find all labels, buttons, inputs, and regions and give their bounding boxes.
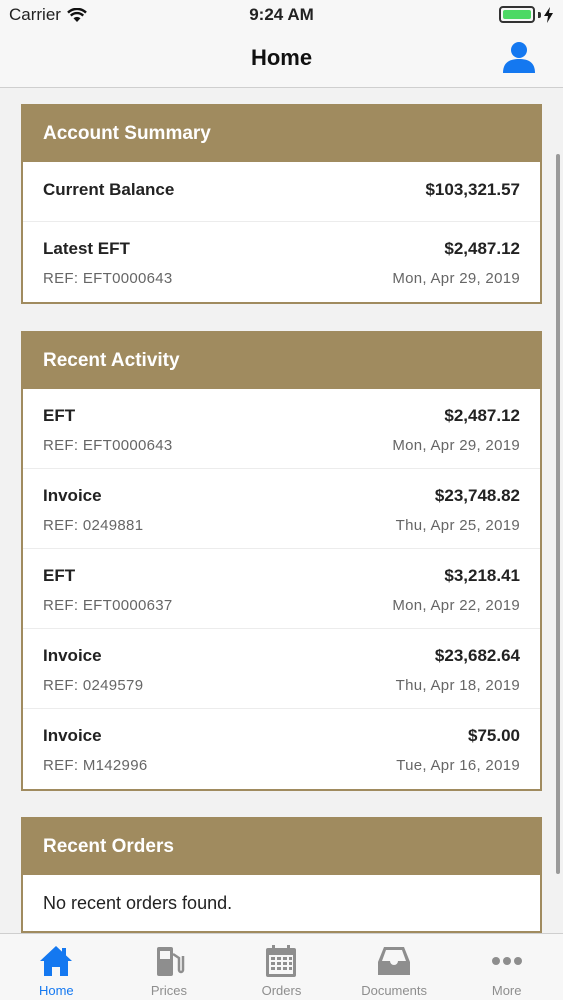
activity-ref: REF: 0249579 bbox=[43, 677, 144, 694]
activity-row[interactable]: EFT $3,218.41 REF: EFT0000637 Mon, Apr 2… bbox=[23, 549, 540, 629]
battery-indicator bbox=[499, 6, 553, 23]
navigation-bar: Home bbox=[0, 30, 563, 88]
no-orders-message: No recent orders found. bbox=[43, 893, 233, 913]
activity-amount: $23,682.64 bbox=[434, 646, 520, 665]
calendar-icon bbox=[266, 945, 297, 977]
activity-date: Thu, Apr 25, 2019 bbox=[395, 517, 520, 534]
activity-date: Mon, Apr 22, 2019 bbox=[392, 597, 520, 614]
tab-home-label: Home bbox=[38, 983, 74, 998]
scrollbar[interactable] bbox=[556, 154, 560, 874]
tab-documents[interactable]: Documents bbox=[338, 934, 451, 1000]
activity-amount: $2,487.12 bbox=[444, 406, 520, 425]
activity-row[interactable]: Invoice $23,682.64 REF: 0249579 Thu, Apr… bbox=[23, 629, 540, 709]
tab-bar: Home Prices Orders Documents More bbox=[0, 933, 563, 1000]
tab-more[interactable]: More bbox=[450, 934, 563, 1000]
latest-eft-amount: $2,487.12 bbox=[444, 239, 520, 258]
account-summary-card: Account Summary Current Balance $103,321… bbox=[21, 104, 542, 304]
account-summary-header: Account Summary bbox=[23, 106, 540, 162]
profile-icon[interactable] bbox=[501, 40, 537, 74]
latest-eft-ref: REF: EFT0000643 bbox=[43, 270, 173, 287]
activity-type: Invoice bbox=[43, 646, 102, 665]
activity-type: EFT bbox=[43, 406, 76, 425]
activity-date: Thu, Apr 18, 2019 bbox=[395, 677, 520, 694]
status-bar: Carrier 9:24 AM bbox=[0, 0, 563, 30]
activity-row[interactable]: EFT $2,487.12 REF: EFT0000643 Mon, Apr 2… bbox=[23, 389, 540, 469]
latest-eft-row[interactable]: Latest EFT $2,487.12 REF: EFT0000643 Mon… bbox=[23, 222, 540, 302]
tab-home[interactable]: Home bbox=[0, 934, 113, 1000]
activity-row[interactable]: Invoice $23,748.82 REF: 0249881 Thu, Apr… bbox=[23, 469, 540, 549]
activity-row[interactable]: Invoice $75.00 REF: M142996 Tue, Apr 16,… bbox=[23, 709, 540, 789]
tab-orders[interactable]: Orders bbox=[225, 934, 338, 1000]
charging-bolt-icon bbox=[544, 6, 553, 23]
battery-icon bbox=[499, 6, 535, 23]
activity-amount: $75.00 bbox=[468, 726, 520, 745]
activity-ref: REF: 0249881 bbox=[43, 517, 144, 534]
activity-type: Invoice bbox=[43, 486, 102, 505]
inbox-tray-icon bbox=[378, 947, 411, 975]
latest-eft-label: Latest EFT bbox=[43, 239, 130, 258]
status-time: 9:24 AM bbox=[249, 5, 314, 24]
activity-amount: $3,218.41 bbox=[444, 566, 520, 585]
tab-prices-label: Prices bbox=[150, 983, 187, 998]
latest-eft-date: Mon, Apr 29, 2019 bbox=[392, 270, 520, 287]
page-title: Home bbox=[250, 45, 313, 70]
activity-date: Mon, Apr 29, 2019 bbox=[392, 437, 520, 454]
tab-more-label: More bbox=[491, 983, 522, 998]
recent-orders-card: Recent Orders No recent orders found. bbox=[21, 817, 542, 933]
fuel-pump-icon bbox=[156, 947, 185, 976]
activity-type: EFT bbox=[43, 566, 76, 585]
current-balance-amount: $103,321.57 bbox=[425, 180, 520, 199]
more-dots-icon bbox=[491, 957, 522, 965]
current-balance-label: Current Balance bbox=[43, 180, 175, 199]
recent-orders-header: Recent Orders bbox=[23, 819, 540, 875]
recent-activity-card: Recent Activity EFT $2,487.12 REF: EFT00… bbox=[21, 331, 542, 791]
tab-prices[interactable]: Prices bbox=[113, 934, 226, 1000]
home-content[interactable]: Account Summary Current Balance $103,321… bbox=[0, 88, 563, 933]
activity-ref: REF: M142996 bbox=[43, 757, 148, 774]
home-icon bbox=[40, 946, 73, 976]
activity-type: Invoice bbox=[43, 726, 102, 745]
activity-ref: REF: EFT0000643 bbox=[43, 437, 173, 454]
activity-date: Tue, Apr 16, 2019 bbox=[396, 757, 520, 774]
tab-orders-label: Orders bbox=[261, 983, 302, 998]
activity-ref: REF: EFT0000637 bbox=[43, 597, 173, 614]
tab-documents-label: Documents bbox=[361, 983, 427, 998]
current-balance-row[interactable]: Current Balance $103,321.57 bbox=[23, 162, 540, 222]
recent-activity-header: Recent Activity bbox=[23, 333, 540, 389]
activity-amount: $23,748.82 bbox=[434, 486, 520, 505]
